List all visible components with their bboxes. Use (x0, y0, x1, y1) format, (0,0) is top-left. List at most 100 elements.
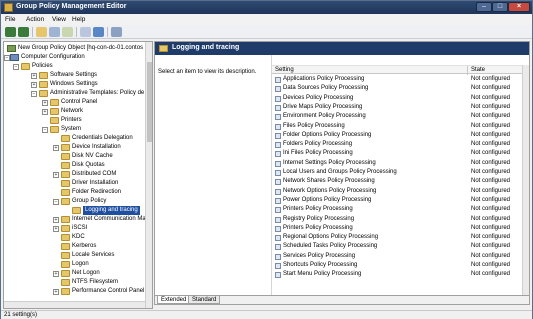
maximize-button[interactable]: □ (492, 2, 508, 12)
table-row[interactable]: Environment Policy Processing Not configu… (272, 112, 523, 121)
table-row[interactable]: Folders Policy Processing Not configured (272, 140, 523, 149)
properties-icon[interactable] (80, 27, 91, 37)
tree-item-label: Device Installation (72, 144, 121, 150)
setting-state: Not configured (471, 178, 511, 185)
table-row[interactable]: Regional Options Policy Processing Not co… (272, 233, 523, 242)
toolbar-separator (107, 27, 108, 37)
expand-icon[interactable]: + (31, 73, 37, 79)
table-row[interactable]: Devices Policy Processing Not configured (272, 94, 523, 103)
table-row[interactable]: Registry Policy Processing Not configured (272, 215, 523, 224)
table-row[interactable]: Files Policy Processing Not configured (272, 122, 523, 131)
table-row[interactable]: Start Menu Policy Processing Not configur… (272, 270, 523, 279)
minimize-button[interactable]: – (476, 2, 492, 12)
table-row[interactable]: Folder Options Policy Processing Not conf… (272, 131, 523, 140)
folder-icon (39, 81, 48, 88)
list-vertical-scrollbar[interactable] (522, 65, 529, 295)
tree-item-label: Folder Redirection (72, 189, 122, 195)
menu-file[interactable]: File (5, 16, 15, 23)
collapse-icon[interactable]: − (42, 127, 48, 133)
column-header-state[interactable]: State (471, 67, 485, 74)
tree-vertical-scrollbar[interactable] (145, 42, 152, 308)
menu-action[interactable]: Action (26, 16, 44, 23)
expand-icon[interactable]: + (42, 100, 48, 106)
folder-icon (72, 207, 81, 214)
table-row[interactable]: Scheduled Tasks Policy Processing Not con… (272, 242, 523, 251)
view-tabs: Extended Standard (155, 295, 529, 304)
tree-item-label: KDC (72, 234, 85, 240)
details-pane: Logging and tracing Select an item to vi… (154, 41, 530, 305)
export-icon[interactable] (62, 27, 73, 37)
setting-name: Ini Files Policy Processing (283, 150, 353, 157)
tree-horizontal-scrollbar[interactable] (4, 301, 145, 308)
close-button[interactable]: × (508, 2, 530, 12)
table-row[interactable]: Network Shares Policy Processing Not conf… (272, 177, 523, 186)
table-row[interactable]: Applications Policy Processing Not config… (272, 75, 523, 84)
tab-extended[interactable]: Extended (157, 296, 191, 304)
table-row[interactable]: Shortcuts Policy Processing Not configure… (272, 261, 523, 270)
table-row[interactable]: Data Sources Policy Processing Not config… (272, 84, 523, 93)
column-header-setting[interactable]: Setting (275, 67, 294, 74)
show-hide-tree-icon[interactable] (49, 27, 60, 37)
setting-state: Not configured (471, 196, 511, 203)
policy-setting-icon (275, 179, 281, 186)
policy-setting-icon (275, 86, 281, 93)
menu-view[interactable]: View (52, 16, 66, 23)
expand-icon[interactable]: + (53, 226, 59, 232)
folder-icon (61, 144, 70, 151)
tree-item-label: Administrative Templates: Policy de (50, 90, 145, 96)
table-row[interactable]: Drive Maps Policy Processing Not configur… (272, 103, 523, 112)
expand-icon[interactable]: + (53, 271, 59, 277)
expand-icon[interactable]: + (31, 82, 37, 88)
column-divider[interactable] (467, 66, 468, 75)
table-row[interactable]: Local Users and Groups Policy Processing… (272, 168, 523, 177)
collapse-icon[interactable]: − (53, 199, 59, 205)
policy-setting-icon (275, 188, 281, 195)
table-row[interactable]: Ini Files Policy Processing Not configure… (272, 149, 523, 158)
tree-item-label: Logging and tracing (83, 206, 140, 215)
table-row[interactable]: Internet Settings Policy Processing Not c… (272, 159, 523, 168)
collapse-icon[interactable]: − (13, 64, 19, 70)
status-bar: 21 setting(s) (1, 310, 532, 319)
tree-item-label: Logon (72, 261, 89, 267)
menu-help[interactable]: Help (72, 16, 85, 23)
folder-icon (61, 279, 70, 286)
table-row[interactable]: Network Options Policy Processing Not con… (272, 187, 523, 196)
forward-icon[interactable] (18, 27, 29, 37)
table-row[interactable]: Power Options Policy Processing Not confi… (272, 196, 523, 205)
policy-setting-icon (275, 123, 281, 130)
folder-icon (50, 126, 59, 133)
filter-icon[interactable] (111, 27, 122, 37)
setting-name: Shortcuts Policy Processing (283, 262, 358, 268)
scrollbar-thumb[interactable] (147, 62, 152, 142)
table-row[interactable]: Printers Policy Processing Not configured (272, 205, 523, 214)
setting-name: Services Policy Processing (283, 252, 356, 259)
toolbar-separator (32, 27, 33, 37)
table-row[interactable]: Services Policy Processing Not configured (272, 252, 523, 261)
help-icon[interactable] (93, 27, 104, 37)
back-icon[interactable] (5, 27, 16, 37)
expand-icon[interactable]: + (53, 289, 59, 295)
tree-item-label: iSCSI (72, 225, 88, 231)
setting-name: Devices Policy Processing (283, 94, 354, 101)
up-folder-icon[interactable] (36, 27, 47, 37)
tab-standard[interactable]: Standard (188, 296, 221, 304)
expand-icon[interactable]: + (53, 145, 59, 151)
expand-icon[interactable]: + (53, 172, 59, 178)
setting-state: Not configured (471, 159, 511, 166)
setting-state: Not configured (471, 262, 511, 268)
folder-icon (61, 198, 70, 205)
collapse-icon[interactable]: − (31, 91, 37, 97)
setting-state: Not configured (471, 169, 511, 175)
tree-item-label: Windows Settings (50, 81, 98, 87)
window-title: Group Policy Management Editor (16, 3, 127, 10)
expand-icon[interactable]: + (53, 217, 59, 223)
tree-item-label: Kerberos (72, 243, 97, 249)
policy-setting-icon (275, 263, 281, 269)
table-row[interactable]: Printers Policy Processing Not configured (272, 224, 523, 233)
status-text: 21 setting(s) (4, 312, 38, 318)
policy-setting-icon (275, 253, 281, 260)
setting-state: Not configured (471, 150, 511, 157)
setting-name: Network Options Policy Processing (283, 187, 377, 194)
folder-icon (61, 180, 70, 187)
expand-icon[interactable]: + (42, 109, 48, 115)
